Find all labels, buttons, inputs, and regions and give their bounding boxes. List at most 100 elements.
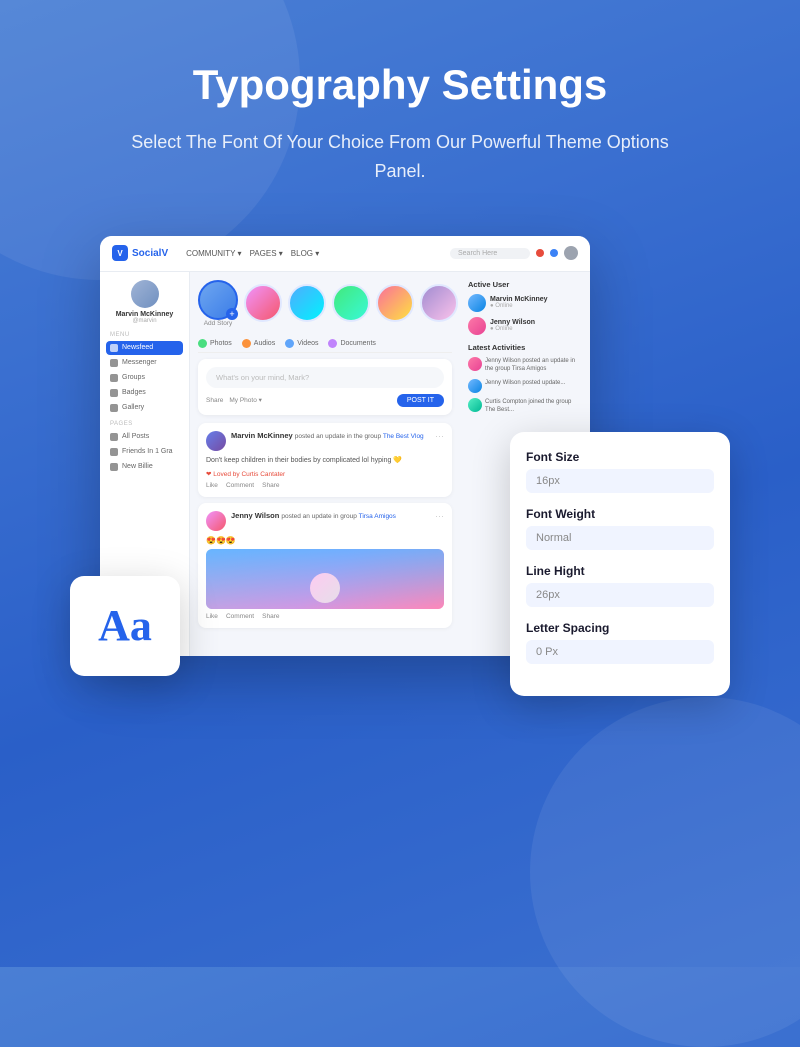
sidebar-item-allposts[interactable]: All Posts bbox=[106, 430, 183, 444]
activity-1: Jenny Wilson posted an update in the gro… bbox=[468, 357, 582, 374]
feed-group-1: The Best Vlog bbox=[383, 433, 424, 440]
activities-title: Latest Activities bbox=[468, 343, 582, 352]
feed-header-1: Marvin McKinney posted an update in the … bbox=[206, 431, 444, 451]
feed-share-btn-1[interactable]: Share bbox=[262, 482, 279, 489]
badges-icon bbox=[110, 389, 118, 397]
act-text-2: Jenny Wilson posted update... bbox=[485, 379, 565, 387]
letter-spacing-row: Letter Spacing 0 Px bbox=[526, 621, 714, 664]
letter-spacing-value[interactable]: 0 Px bbox=[526, 640, 714, 664]
feed-item-1: Marvin McKinney posted an update in the … bbox=[198, 423, 452, 497]
line-height-value[interactable]: 26px bbox=[526, 583, 714, 607]
sidebar-item-newsfeed[interactable]: Newsfeed bbox=[106, 341, 183, 355]
aa-text: Aa bbox=[98, 600, 152, 651]
feed-like-btn-1[interactable]: Like bbox=[206, 482, 218, 489]
story-avatar-4[interactable] bbox=[376, 284, 414, 322]
feed-comment-btn-1[interactable]: Comment bbox=[226, 482, 254, 489]
feed-image-2 bbox=[206, 549, 444, 609]
post-it-button[interactable]: POST IT bbox=[397, 394, 444, 407]
content-area: V SocialV COMMUNITY ▾ PAGES ▾ BLOG ▾ Sea… bbox=[70, 236, 730, 716]
nav-right: Search Here bbox=[450, 246, 578, 260]
search-bar[interactable]: Search Here bbox=[450, 248, 530, 259]
sidebar-item-newbillie[interactable]: New Billie bbox=[106, 460, 183, 474]
aa-card: Aa bbox=[70, 576, 180, 676]
active-user-1: Marvin McKinney ● Online bbox=[468, 294, 582, 312]
allposts-icon bbox=[110, 433, 118, 441]
au-status-2: ● Online bbox=[490, 326, 535, 332]
post-actions-bar: Photos Audios Videos Documents bbox=[198, 335, 452, 353]
feed-avatar-1 bbox=[206, 431, 226, 451]
au-status-1: ● Online bbox=[490, 303, 548, 309]
act-avatar-3 bbox=[468, 398, 482, 412]
story-avatar-5[interactable] bbox=[420, 284, 458, 322]
add-story-button[interactable] bbox=[198, 280, 238, 320]
profile-avatar bbox=[131, 280, 159, 308]
photo-action[interactable]: Photos bbox=[198, 339, 232, 348]
line-height-row: Line Hight 26px bbox=[526, 564, 714, 607]
profile-name: Marvin McKinney bbox=[116, 311, 174, 318]
active-users-title: Active User bbox=[468, 280, 582, 289]
nav-links: COMMUNITY ▾ PAGES ▾ BLOG ▾ bbox=[186, 249, 319, 258]
font-size-value[interactable]: 16px bbox=[526, 469, 714, 493]
story-avatar-1[interactable] bbox=[244, 284, 282, 322]
sidebar-profile: Marvin McKinney @marvin bbox=[106, 280, 183, 324]
sidebar-item-messenger[interactable]: Messenger bbox=[106, 356, 183, 370]
feed-item-2: Jenny Wilson posted an update in group T… bbox=[198, 503, 452, 628]
feed-more-2[interactable]: ··· bbox=[435, 511, 444, 521]
groups-icon bbox=[110, 374, 118, 382]
post-input[interactable]: What's on your mind, Mark? bbox=[206, 367, 444, 388]
sidebar-item-friends[interactable]: Friends In 1 Gra bbox=[106, 445, 183, 459]
feed-text-1: Don't keep children in their bodies by c… bbox=[206, 456, 444, 466]
au-name-2: Jenny Wilson bbox=[490, 319, 535, 326]
au-avatar-2 bbox=[468, 317, 486, 335]
act-avatar-2 bbox=[468, 379, 482, 393]
app-logo: V SocialV bbox=[112, 245, 168, 261]
act-text-1: Jenny Wilson posted an update in the gro… bbox=[485, 357, 582, 374]
audio-action[interactable]: Audios bbox=[242, 339, 275, 348]
letter-spacing-label: Letter Spacing bbox=[526, 621, 714, 635]
sidebar-item-groups[interactable]: Groups bbox=[106, 371, 183, 385]
activity-3: Curtis Compton joined the group The Best… bbox=[468, 398, 582, 415]
video-action[interactable]: Videos bbox=[285, 339, 318, 348]
profile-role: @marvin bbox=[132, 318, 156, 324]
newsfeed-icon bbox=[110, 344, 118, 352]
story-avatar-3[interactable] bbox=[332, 284, 370, 322]
feed-name-2: Jenny Wilson bbox=[231, 511, 281, 520]
app-navbar: V SocialV COMMUNITY ▾ PAGES ▾ BLOG ▾ Sea… bbox=[100, 236, 590, 272]
share-label: Share bbox=[206, 397, 223, 404]
media-dropdown[interactable]: My Photo ▾ bbox=[229, 396, 262, 404]
font-weight-value[interactable]: Normal bbox=[526, 526, 714, 550]
feed-more-1[interactable]: ··· bbox=[435, 431, 444, 441]
story-avatar-2[interactable] bbox=[288, 284, 326, 322]
friends-icon bbox=[110, 448, 118, 456]
font-size-label: Font Size bbox=[526, 450, 714, 464]
sidebar-item-gallery[interactable]: Gallery bbox=[106, 401, 183, 415]
font-weight-row: Font Weight Normal bbox=[526, 507, 714, 550]
header-section: Typography Settings Select The Font Of Y… bbox=[60, 0, 740, 216]
act-text-3: Curtis Compton joined the group The Best… bbox=[485, 398, 582, 415]
nav-community[interactable]: COMMUNITY ▾ bbox=[186, 249, 241, 258]
sidebar-item-badges[interactable]: Badges bbox=[106, 386, 183, 400]
feed-share-btn-2[interactable]: Share bbox=[262, 613, 279, 620]
activity-2: Jenny Wilson posted update... bbox=[468, 379, 582, 393]
pages-label: PAGES bbox=[110, 421, 183, 427]
line-height-label: Line Hight bbox=[526, 564, 714, 578]
app-main: Add Story Photos bbox=[190, 272, 460, 656]
au-avatar-1 bbox=[468, 294, 486, 312]
feed-like-1: ❤ Loved by Curtis Cantater bbox=[206, 470, 444, 478]
feed-group-2: Tirsa Amigos bbox=[359, 513, 396, 520]
nav-blog[interactable]: BLOG ▾ bbox=[291, 249, 319, 258]
nav-pages[interactable]: PAGES ▾ bbox=[250, 249, 283, 258]
feed-avatar-2 bbox=[206, 511, 226, 531]
document-action[interactable]: Documents bbox=[328, 339, 375, 348]
nav-avatar bbox=[564, 246, 578, 260]
feed-name-1: Marvin McKinney bbox=[231, 431, 295, 440]
messenger-icon bbox=[110, 359, 118, 367]
feed-actions-2: Like Comment Share bbox=[206, 613, 444, 620]
gallery-icon bbox=[110, 404, 118, 412]
newbillie-icon bbox=[110, 463, 118, 471]
active-user-2: Jenny Wilson ● Online bbox=[468, 317, 582, 335]
au-name-1: Marvin McKinney bbox=[490, 296, 548, 303]
feed-like-btn-2[interactable]: Like bbox=[206, 613, 218, 620]
notification-dot bbox=[536, 249, 544, 257]
feed-comment-btn-2[interactable]: Comment bbox=[226, 613, 254, 620]
